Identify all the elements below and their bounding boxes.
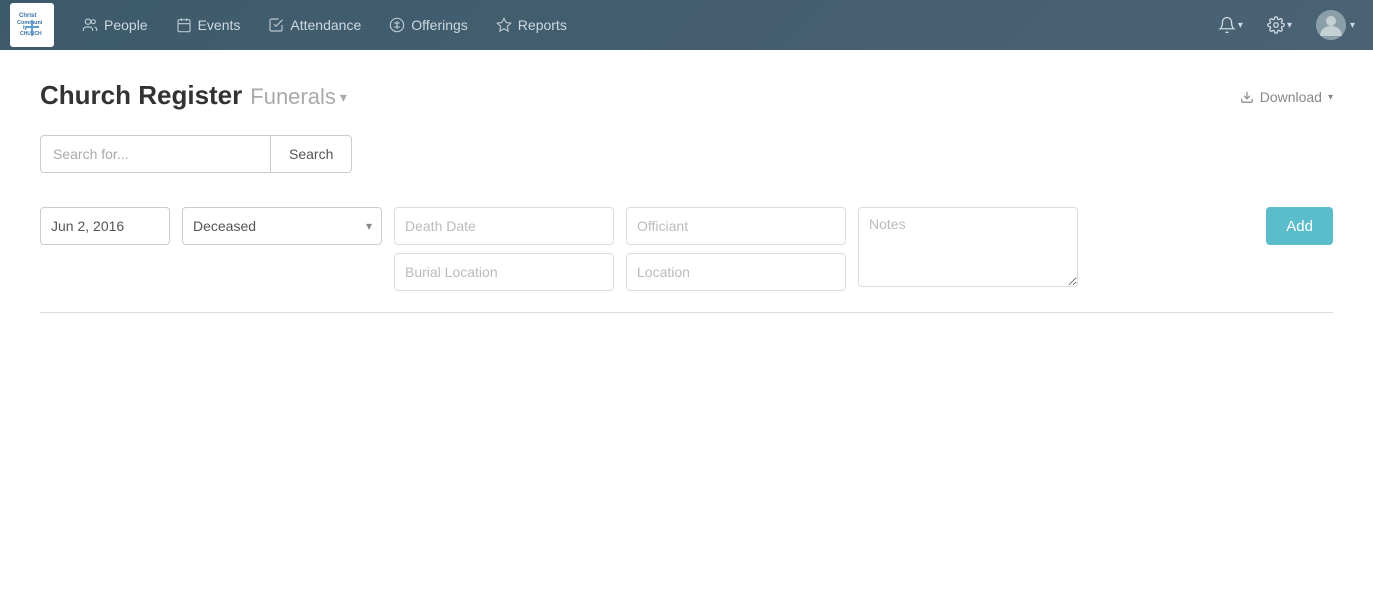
death-burial-group: [394, 207, 614, 291]
nav-label-reports: Reports: [518, 17, 567, 33]
officiant-location-group: [626, 207, 846, 291]
deceased-select[interactable]: Deceased: [182, 207, 382, 245]
nav-label-people: People: [104, 17, 148, 33]
notes-group: [858, 207, 1078, 292]
gear-icon: [1267, 16, 1285, 34]
download-icon: [1240, 90, 1254, 104]
settings-button[interactable]: ▾: [1259, 12, 1300, 38]
section-divider: [40, 312, 1333, 313]
main-content: Church Register Funerals ▾ Download ▾ Se…: [0, 50, 1373, 608]
page-title-row: Church Register Funerals ▾ Download ▾: [40, 80, 1333, 111]
page-title-left: Church Register Funerals ▾: [40, 80, 347, 111]
nav-item-attendance[interactable]: Attendance: [256, 11, 373, 39]
notifications-caret: ▾: [1238, 20, 1243, 31]
funeral-form-row: Deceased ▾ Add: [40, 197, 1333, 302]
main-nav: Christ Communi ty CHURCH People Events: [0, 0, 1373, 50]
page-title-sub[interactable]: Funerals ▾: [250, 84, 347, 110]
nav-label-attendance: Attendance: [290, 17, 361, 33]
nav-label-offerings: Offerings: [411, 17, 468, 33]
avatar: [1316, 10, 1346, 40]
download-caret-icon: ▾: [1328, 92, 1333, 103]
people-icon: [82, 17, 98, 33]
search-input[interactable]: [40, 135, 270, 173]
nav-item-offerings[interactable]: Offerings: [377, 11, 480, 39]
location-input[interactable]: [626, 253, 846, 291]
bell-icon: [1218, 16, 1236, 34]
nav-item-events[interactable]: Events: [164, 11, 253, 39]
funerals-caret-icon: ▾: [340, 89, 347, 106]
reports-icon: [496, 17, 512, 33]
settings-caret: ▾: [1287, 20, 1292, 31]
notifications-button[interactable]: ▾: [1210, 12, 1251, 38]
nav-right: ▾ ▾ ▾: [1210, 6, 1363, 44]
deceased-select-wrapper: Deceased ▾: [182, 207, 382, 245]
svg-text:Communi: Communi: [17, 20, 43, 26]
nav-item-reports[interactable]: Reports: [484, 11, 579, 39]
profile-caret: ▾: [1350, 20, 1355, 31]
search-button[interactable]: Search: [270, 135, 352, 173]
officiant-input[interactable]: [626, 207, 846, 245]
nav-item-people[interactable]: People: [70, 11, 160, 39]
download-button[interactable]: Download ▾: [1240, 89, 1333, 105]
notes-textarea[interactable]: [858, 207, 1078, 287]
nav-items: People Events Attendance Offerings Repor…: [70, 11, 1210, 39]
nav-label-events: Events: [198, 17, 241, 33]
profile-button[interactable]: ▾: [1308, 6, 1363, 44]
events-icon: [176, 17, 192, 33]
app-logo[interactable]: Christ Communi ty CHURCH: [10, 3, 54, 47]
attendance-icon: [268, 17, 284, 33]
search-bar: Search: [40, 135, 1333, 173]
page-title-main: Church Register: [40, 80, 242, 111]
date-field[interactable]: [40, 207, 170, 245]
download-label: Download: [1260, 89, 1322, 105]
add-button[interactable]: Add: [1266, 207, 1333, 245]
offerings-icon: [389, 17, 405, 33]
death-date-input[interactable]: [394, 207, 614, 245]
svg-text:Christ: Christ: [19, 13, 36, 19]
burial-location-input[interactable]: [394, 253, 614, 291]
